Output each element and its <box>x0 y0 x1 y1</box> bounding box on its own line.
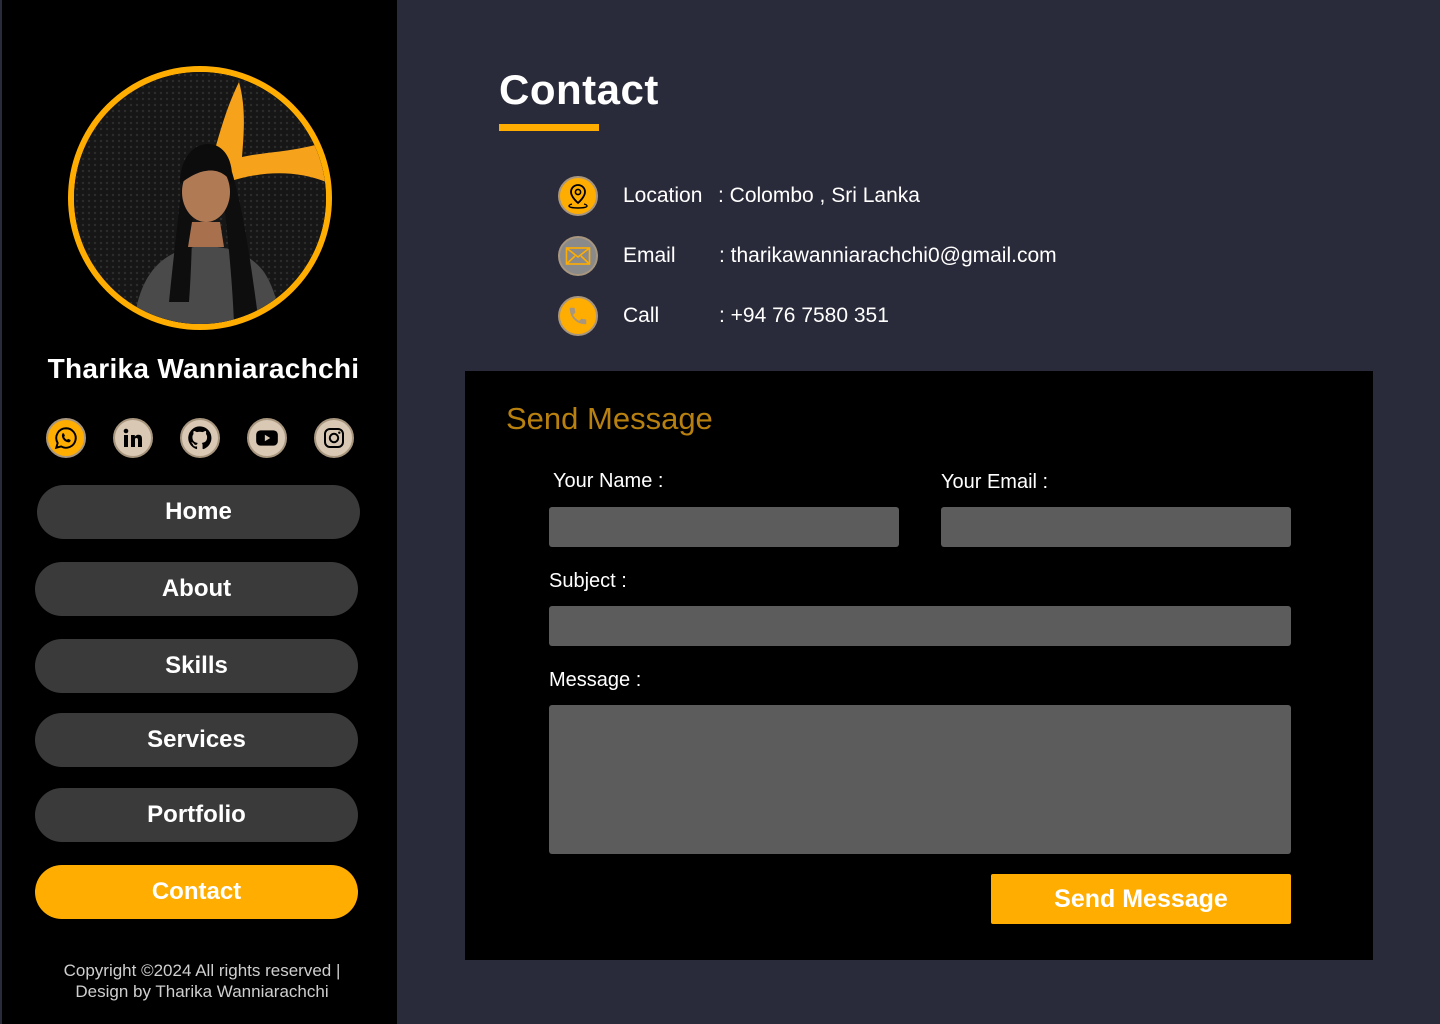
subject-input[interactable] <box>549 606 1291 646</box>
title-underline <box>499 124 599 131</box>
page-title: Contact <box>499 66 659 113</box>
message-label: Message : <box>549 669 642 691</box>
email-input[interactable] <box>941 507 1291 547</box>
contact-form: Send Message Your Name : Your Email : Su… <box>465 371 1373 960</box>
nav-home-button[interactable]: Home <box>37 485 360 539</box>
name-label: Your Name : <box>553 470 664 492</box>
phone-icon <box>558 296 598 336</box>
nav-services-button[interactable]: Services <box>35 713 358 767</box>
call-label: Call <box>623 304 660 327</box>
email-label: Email <box>623 244 676 267</box>
send-message-button[interactable]: Send Message <box>991 874 1291 924</box>
location-value: : Colombo , Sri Lanka <box>718 184 920 207</box>
email-value[interactable]: : tharikawanniarachchi0@gmail.com <box>719 244 1057 268</box>
location-label: Location <box>623 184 703 207</box>
github-icon[interactable] <box>180 418 220 458</box>
instagram-icon[interactable] <box>314 418 354 458</box>
message-textarea[interactable] <box>549 705 1291 854</box>
sidebar: Tharika Wanniarachchi Home About Skills … <box>2 0 397 1024</box>
profile-name: Tharika Wanniarachchi <box>47 353 360 384</box>
call-value[interactable]: : +94 76 7580 351 <box>719 304 889 328</box>
name-input[interactable] <box>549 507 899 547</box>
envelope-icon <box>558 236 598 276</box>
email-field-label: Your Email : <box>941 471 1049 493</box>
form-title: Send Message <box>506 401 713 436</box>
copyright-line: Copyright ©2024 All rights reserved | <box>63 961 341 980</box>
copyright-text: Copyright ©2024 All rights reserved | De… <box>2 960 402 1002</box>
nav-portfolio-button[interactable]: Portfolio <box>35 788 358 842</box>
design-credit-line: Design by Tharika Wanniarachchi <box>75 982 329 1001</box>
subject-label: Subject : <box>549 570 627 592</box>
youtube-icon[interactable] <box>247 418 287 458</box>
linkedin-icon[interactable] <box>113 418 153 458</box>
nav-skills-button[interactable]: Skills <box>35 639 358 693</box>
location-pin-icon <box>558 176 598 216</box>
whatsapp-icon[interactable] <box>46 418 86 458</box>
nav-contact-button[interactable]: Contact <box>35 865 358 919</box>
profile-avatar <box>68 66 332 330</box>
nav-about-button[interactable]: About <box>35 562 358 616</box>
